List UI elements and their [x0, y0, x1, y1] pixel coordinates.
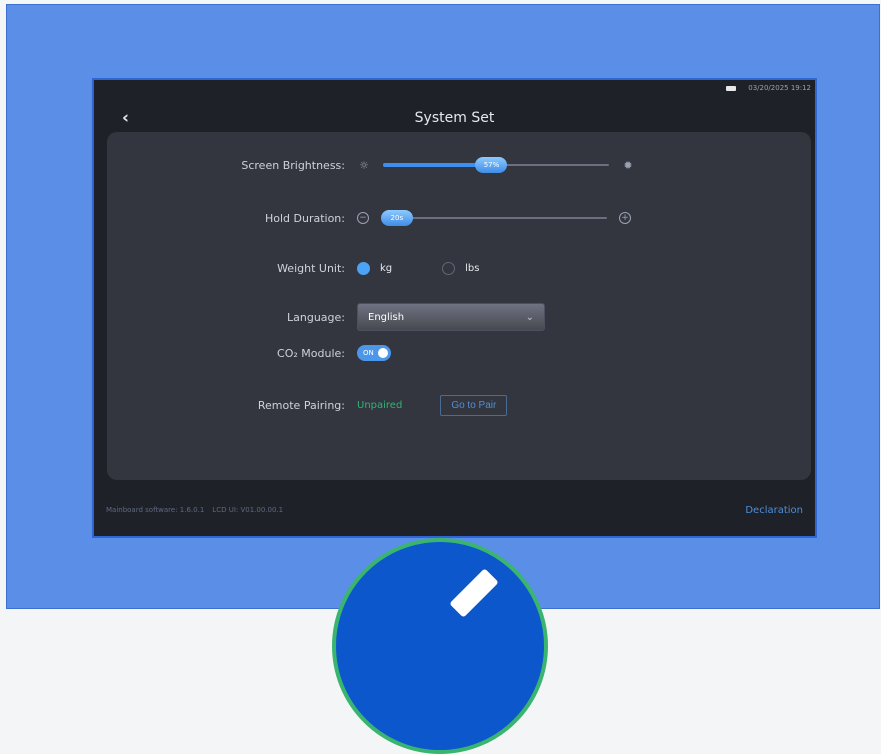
language-select[interactable]: English ⌄ [357, 303, 545, 331]
hold-row: Hold Duration: − 20s + [107, 203, 811, 233]
co2-toggle-knob [378, 348, 388, 358]
brightness-slider[interactable]: 57% [383, 157, 609, 173]
declaration-link[interactable]: Declaration [745, 505, 803, 516]
radio-lbs[interactable]: lbs [442, 261, 480, 275]
lcd-version: LCD UI: V01.00.00.1 [212, 506, 284, 514]
settings-card: Screen Brightness: ☼ 57% ✹ Hold Duration… [107, 132, 811, 480]
co2-row: CO₂ Module: ON [107, 338, 811, 368]
checkmark-badge [332, 538, 548, 754]
brightness-label: Screen Brightness: [241, 158, 345, 172]
plus-icon[interactable]: + [619, 212, 631, 224]
brightness-high-icon[interactable]: ✹ [621, 159, 635, 172]
battery-icon [726, 85, 737, 91]
check-icon [449, 568, 499, 618]
brightness-row: Screen Brightness: ☼ 57% ✹ [107, 150, 811, 180]
hold-label: Hold Duration: [264, 211, 345, 225]
radio-lbs-label: lbs [465, 262, 480, 274]
language-label: Language: [287, 310, 345, 324]
radio-kg-label: kg [380, 262, 393, 274]
minus-icon[interactable]: − [357, 212, 369, 224]
language-row: Language: English ⌄ [107, 302, 811, 332]
device-screen: 03/20/2025 19:12 ‹ System Set Screen Bri… [92, 78, 817, 538]
mainboard-version: Mainboard software: 1.6.0.1 [106, 506, 205, 514]
weight-label: Weight Unit: [277, 261, 345, 275]
status-bar: 03/20/2025 19:12 [94, 80, 815, 96]
footer: Mainboard software: 1.6.0.1 LCD UI: V01.… [94, 500, 815, 520]
title-bar: ‹ System Set [94, 102, 815, 134]
page-title: System Set [414, 110, 495, 126]
brightness-low-icon[interactable]: ☼ [357, 159, 371, 172]
co2-label: CO₂ Module: [277, 346, 345, 360]
chevron-down-icon: ⌄ [525, 311, 534, 323]
back-chevron-left-icon[interactable]: ‹ [122, 110, 129, 127]
remote-label: Remote Pairing: [257, 398, 345, 412]
status-datetime: 03/20/2025 19:12 [748, 84, 811, 92]
radio-kg-dot[interactable] [357, 261, 370, 275]
radio-kg[interactable]: kg [357, 261, 393, 275]
co2-toggle-text: ON [363, 349, 374, 357]
brightness-thumb[interactable]: 57% [475, 157, 508, 173]
hold-track [381, 217, 607, 219]
co2-toggle[interactable]: ON [357, 345, 391, 361]
radio-lbs-dot[interactable] [442, 261, 456, 275]
language-value: English [368, 311, 405, 323]
weight-row: Weight Unit: kg lbs [107, 253, 811, 283]
hold-slider[interactable]: 20s [380, 210, 607, 226]
hold-thumb[interactable]: 20s [380, 210, 413, 226]
pairing-status: Unpaired [357, 399, 403, 411]
remote-row: Remote Pairing: Unpaired Go to Pair [107, 390, 811, 420]
go-to-pair-button[interactable]: Go to Pair [440, 394, 508, 416]
